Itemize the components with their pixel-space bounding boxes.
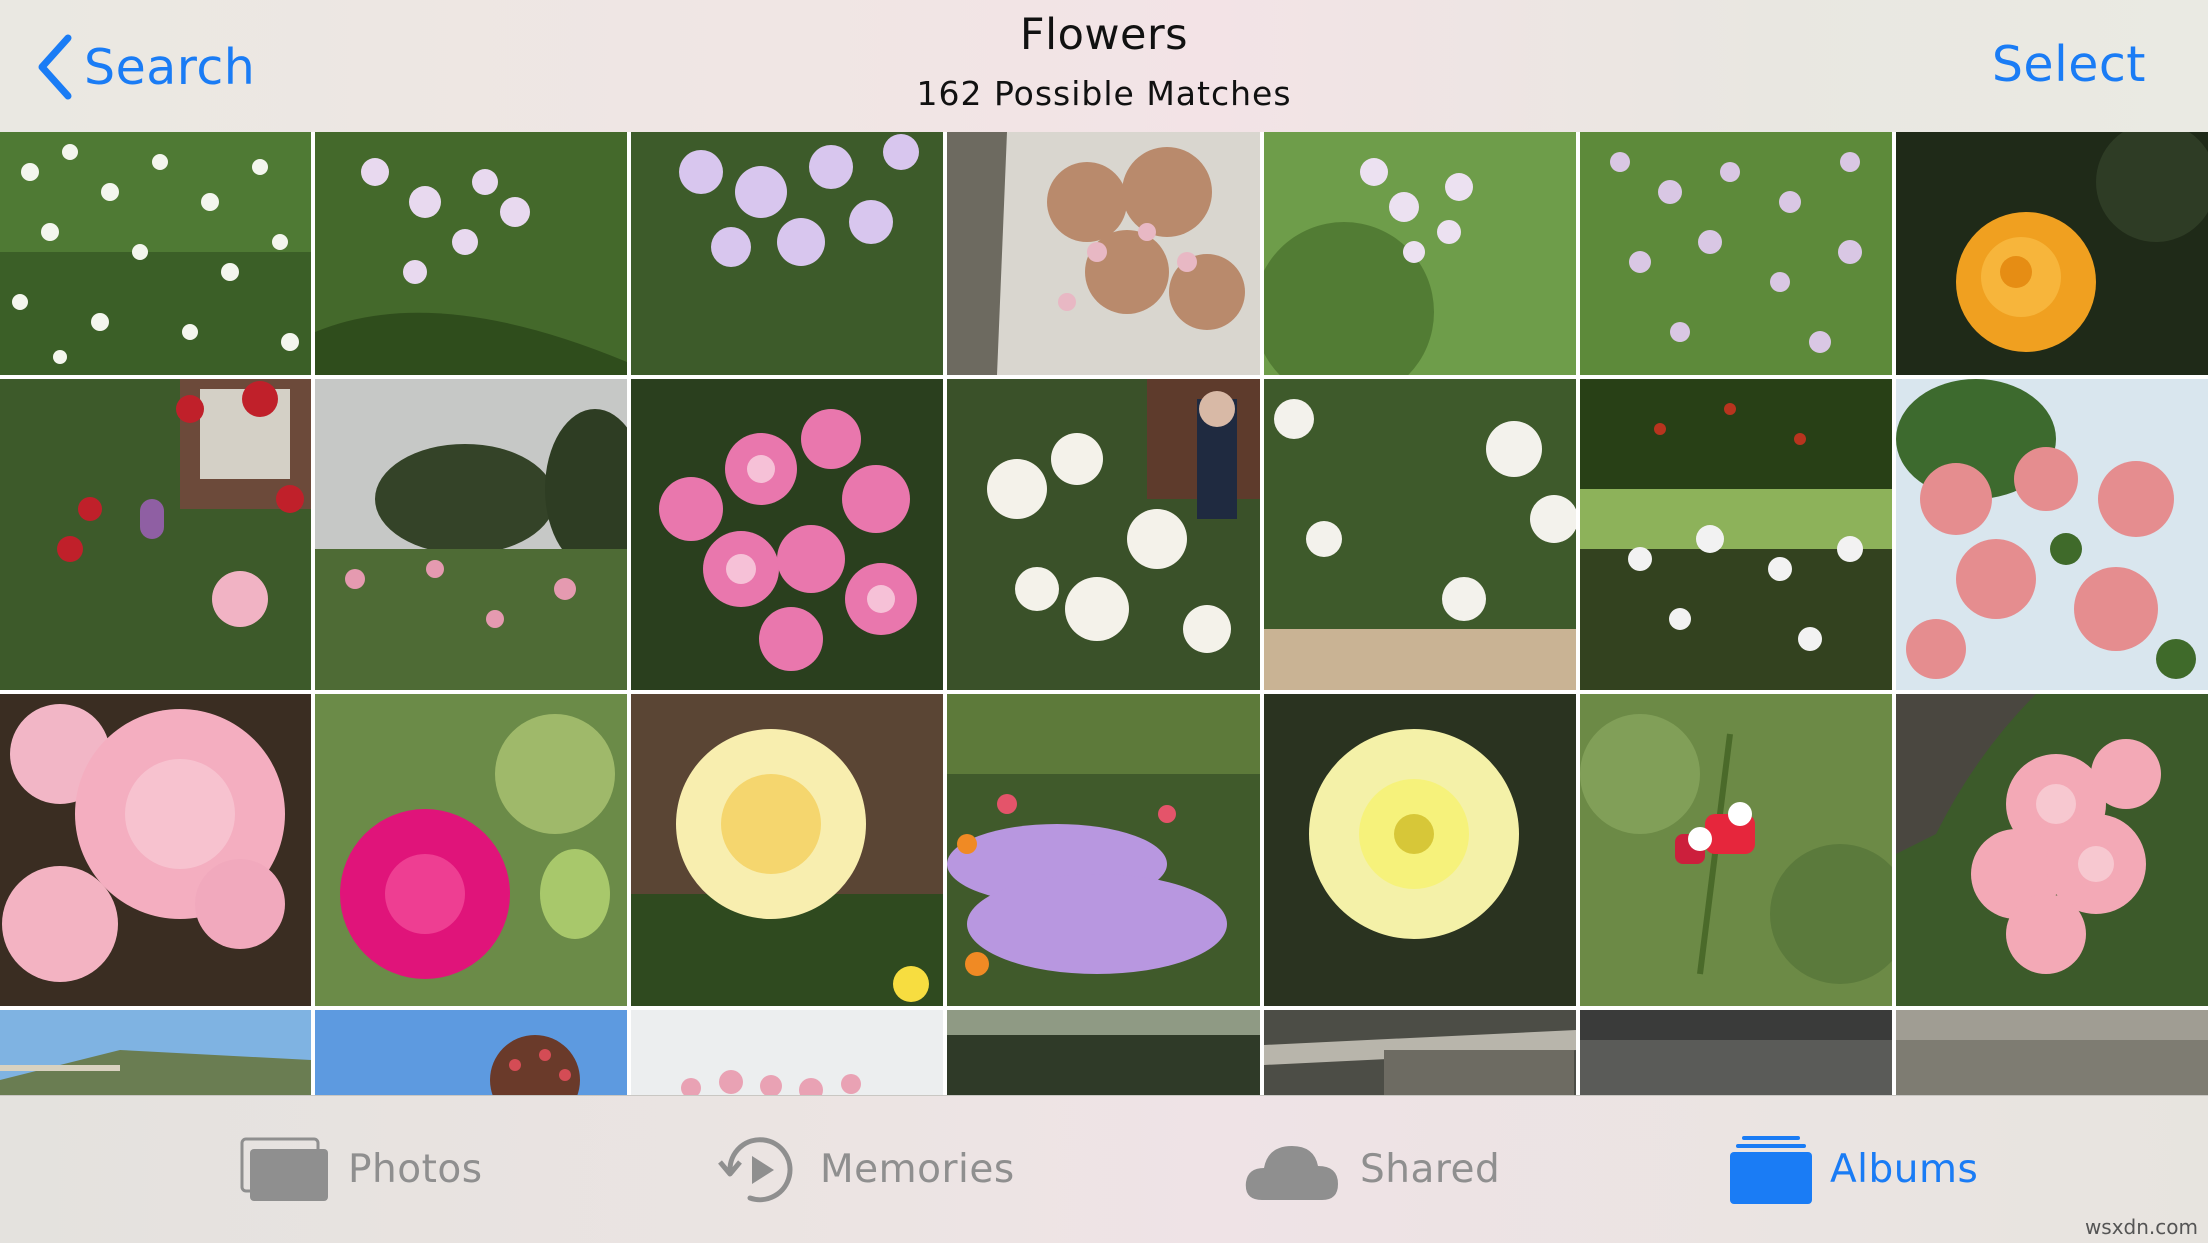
photo-thumbnail[interactable]	[1264, 132, 1576, 375]
tab-label: Photos	[348, 1147, 483, 1192]
tab-memories[interactable]: Memories	[716, 1096, 1015, 1243]
photo-thumbnail[interactable]	[1896, 379, 2208, 690]
tab-albums[interactable]: Albums	[1730, 1096, 1978, 1243]
photo-thumbnail[interactable]	[631, 132, 943, 375]
photo-thumbnail[interactable]	[1264, 379, 1576, 690]
tab-photos[interactable]: Photos	[240, 1096, 483, 1243]
photo-thumbnail[interactable]	[947, 694, 1260, 1006]
photo-grid	[0, 132, 2208, 1095]
photo-thumbnail[interactable]	[315, 379, 627, 690]
photo-thumbnail[interactable]	[1896, 694, 2208, 1006]
photo-thumbnail[interactable]	[0, 379, 311, 690]
photo-thumbnail[interactable]	[947, 132, 1260, 375]
photo-thumbnail[interactable]	[947, 1010, 1260, 1095]
watermark: wsxdn.com	[2084, 1215, 2198, 1239]
photo-thumbnail[interactable]	[1264, 694, 1576, 1006]
select-button[interactable]: Select	[1992, 36, 2146, 93]
photo-thumbnail[interactable]	[1580, 694, 1892, 1006]
photo-thumbnail[interactable]	[631, 694, 943, 1006]
tab-bar: Photos Memories Shared Albums wsxdn.com	[0, 1095, 2208, 1243]
page-title: Flowers	[1019, 10, 1189, 60]
photo-thumbnail[interactable]	[315, 132, 627, 375]
tab-label: Memories	[820, 1147, 1015, 1192]
match-count: 162 Possible Matches	[916, 74, 1292, 113]
tab-shared[interactable]: Shared	[1242, 1096, 1500, 1243]
photos-icon	[240, 1137, 328, 1201]
photo-thumbnail[interactable]	[631, 1010, 943, 1095]
photo-thumbnail[interactable]	[1264, 1010, 1576, 1095]
cloud-icon	[1245, 1145, 1338, 1200]
navigation-bar: Search Flowers 162 Possible Matches Sele…	[0, 0, 2208, 132]
photo-thumbnail[interactable]	[1580, 379, 1892, 690]
photo-thumbnail[interactable]	[1580, 132, 1892, 375]
photo-thumbnail[interactable]	[315, 1010, 627, 1095]
photo-thumbnail[interactable]	[1580, 1010, 1892, 1095]
photo-thumbnail[interactable]	[947, 379, 1260, 690]
tab-label: Albums	[1830, 1147, 1979, 1192]
photo-thumbnail[interactable]	[0, 132, 311, 375]
memories-icon	[718, 1136, 793, 1202]
photo-thumbnail[interactable]	[1896, 132, 2208, 375]
tab-label: Shared	[1360, 1147, 1501, 1192]
albums-icon	[1730, 1135, 1812, 1204]
photo-thumbnail[interactable]	[1896, 1010, 2208, 1095]
photo-thumbnail[interactable]	[315, 694, 627, 1006]
photo-thumbnail[interactable]	[0, 1010, 311, 1095]
photo-thumbnail[interactable]	[0, 694, 311, 1006]
photo-thumbnail[interactable]	[631, 379, 943, 690]
